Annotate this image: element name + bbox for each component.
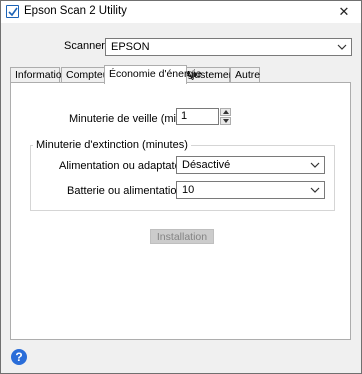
scanner-icon [8, 7, 18, 17]
spin-up-button[interactable] [220, 108, 231, 116]
ac-power-select[interactable]: Désactivé [176, 156, 325, 174]
chevron-down-icon [337, 44, 347, 50]
window-title: Epson Scan 2 Utility [24, 5, 127, 17]
usb-power-select[interactable]: 10 [176, 181, 325, 199]
installation-button[interactable]: Installation [150, 229, 214, 244]
sleep-timer-spinner [220, 108, 231, 125]
chevron-down-icon [310, 187, 320, 193]
app-icon [6, 5, 19, 18]
ac-power-value: Désactivé [182, 159, 231, 171]
spin-down-button[interactable] [220, 117, 231, 125]
usb-power-value: 10 [182, 184, 195, 196]
power-off-group [30, 145, 335, 211]
utility-window: Epson Scan 2 Utility ✕ Scanner : EPSON I… [0, 0, 362, 374]
title-bar: Epson Scan 2 Utility ✕ [1, 1, 361, 23]
close-button[interactable]: ✕ [331, 2, 357, 22]
power-off-group-title: Minuterie d'extinction (minutes) [33, 139, 191, 151]
help-icon[interactable]: ? [11, 349, 27, 365]
chevron-up-icon [222, 110, 229, 114]
tab-autre[interactable]: Autre [230, 67, 260, 83]
tab-economie-energie[interactable]: Économie d'énergie [104, 65, 201, 84]
scanner-value: EPSON [111, 41, 150, 53]
sleep-timer-input[interactable]: 1 [176, 108, 219, 125]
scanner-select[interactable]: EPSON [105, 38, 352, 56]
chevron-down-icon [222, 119, 229, 123]
chevron-down-icon [310, 162, 320, 168]
sleep-timer-value: 1 [181, 110, 188, 122]
tab-information[interactable]: Information [10, 67, 68, 83]
